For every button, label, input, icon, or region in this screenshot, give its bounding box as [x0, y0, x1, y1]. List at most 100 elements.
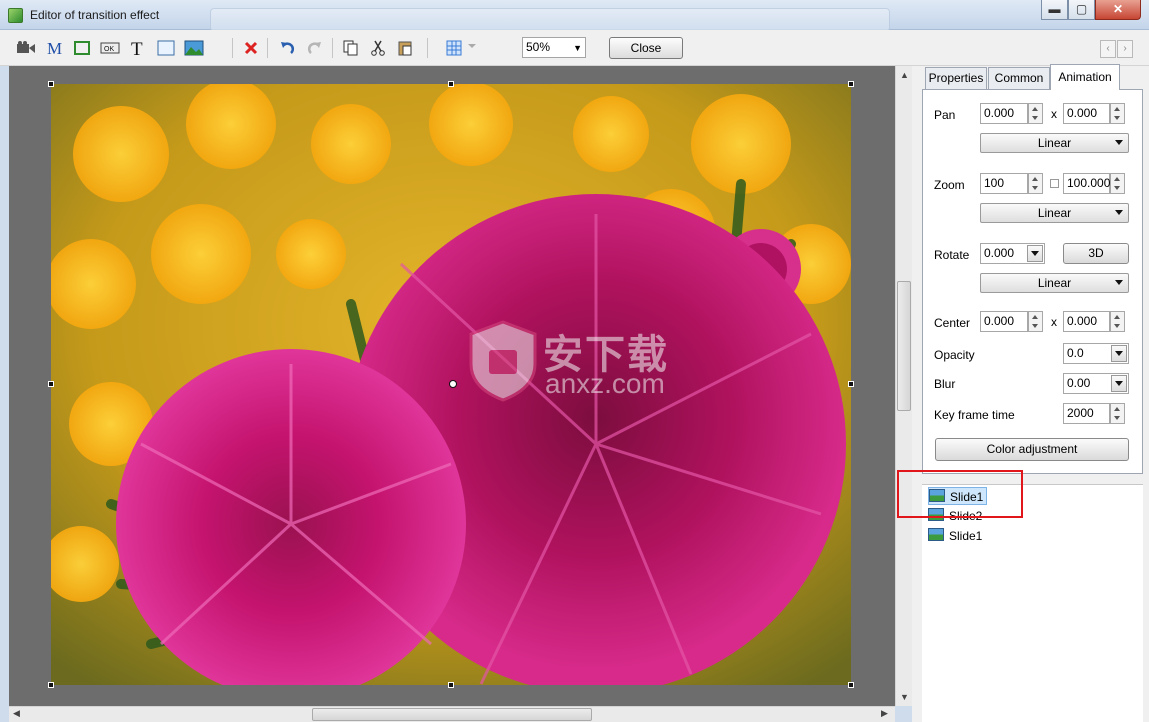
image-icon[interactable] — [183, 37, 205, 59]
resize-handle[interactable] — [448, 81, 454, 87]
scroll-right-icon[interactable]: ▶ — [881, 708, 888, 719]
watermark-url: anxz.com — [545, 368, 665, 399]
pan-x-spinner[interactable] — [1028, 103, 1043, 124]
minimize-button[interactable]: ▬ — [1041, 0, 1068, 20]
toolbar-separator — [267, 38, 268, 58]
center-label: Center — [934, 316, 971, 330]
cut-icon[interactable] — [367, 37, 389, 59]
vertical-scrollbar[interactable]: ▲ ▼ — [895, 66, 912, 706]
center-separator: x — [1051, 315, 1057, 329]
chevron-down-icon — [1111, 345, 1127, 362]
close-window-button[interactable]: ✕ — [1095, 0, 1141, 20]
pan-y-spinner[interactable] — [1110, 103, 1125, 124]
slide-icon — [928, 528, 944, 541]
watermark: 安下载 anxz.com — [463, 318, 693, 402]
chevron-down-icon — [1027, 245, 1043, 262]
pan-y-input[interactable]: 0.000 — [1063, 103, 1110, 124]
svg-text:M: M — [47, 40, 62, 56]
close-button[interactable]: Close — [609, 37, 683, 59]
text-t-icon[interactable]: T — [127, 37, 149, 59]
maximize-button[interactable]: ▢ — [1068, 0, 1095, 20]
tab-common[interactable]: Common — [988, 67, 1050, 89]
horizontal-scrollbar[interactable]: ◀ ▶ — [9, 706, 895, 722]
zoom-x-spinner[interactable] — [1028, 173, 1043, 194]
tree-item[interactable]: Slide1 — [928, 527, 982, 545]
tree-item-label: Slide1 — [949, 529, 983, 543]
resize-handle[interactable] — [48, 381, 54, 387]
resize-handle[interactable] — [848, 381, 854, 387]
zoom-x-input[interactable]: 100 — [980, 173, 1028, 194]
zoom-value: 50% — [526, 40, 551, 54]
pan-interpolation-select[interactable]: Linear — [980, 133, 1129, 153]
frame-icon[interactable] — [155, 37, 177, 59]
blur-select[interactable]: 0.00 — [1063, 373, 1129, 394]
center-y-spinner[interactable] — [1110, 311, 1125, 332]
pan-separator: x — [1051, 107, 1057, 121]
scroll-down-icon[interactable]: ▼ — [900, 692, 909, 702]
rotate-select[interactable]: 0.000 — [980, 243, 1045, 264]
toolbar-separator — [427, 38, 428, 58]
pan-interpolation-value: Linear — [1037, 136, 1072, 150]
zoom-link-checkbox[interactable] — [1050, 179, 1059, 188]
blur-value: 0.00 — [1067, 376, 1091, 390]
toolbar-separator — [232, 38, 233, 58]
copy-icon[interactable] — [340, 37, 362, 59]
rectangle-icon[interactable] — [71, 37, 93, 59]
rotate-value: 0.000 — [984, 246, 1015, 260]
center-y-input[interactable]: 0.000 — [1063, 311, 1110, 332]
highlight-annotation — [897, 470, 1023, 518]
keyframe-time-input[interactable]: 2000 — [1063, 403, 1110, 424]
camera-icon[interactable] — [15, 37, 37, 59]
pan-x-input[interactable]: 0.000 — [980, 103, 1028, 124]
svg-text:OK: OK — [104, 46, 114, 53]
delete-icon[interactable] — [240, 37, 262, 59]
resize-handle[interactable] — [848, 682, 854, 688]
vertical-scroll-thumb[interactable] — [897, 281, 911, 411]
redo-icon[interactable] — [304, 37, 326, 59]
pan-label: Pan — [934, 108, 956, 122]
keyframe-time-spinner[interactable] — [1110, 403, 1125, 424]
zoom-interpolation-select[interactable]: Linear — [980, 203, 1129, 223]
ok-button-icon[interactable]: OK — [99, 37, 121, 59]
grid-dropdown-arrow[interactable] — [468, 44, 476, 48]
chevron-down-icon — [1115, 140, 1123, 145]
paste-icon[interactable] — [394, 37, 416, 59]
resize-handle[interactable] — [48, 81, 54, 87]
tab-properties[interactable]: Properties — [925, 67, 987, 89]
background-window — [210, 8, 890, 32]
zoom-y-input[interactable]: 100.000 — [1063, 173, 1110, 194]
scroll-left-icon[interactable]: ◀ — [13, 708, 20, 719]
tab-animation[interactable]: Animation — [1050, 64, 1120, 90]
grid-icon[interactable] — [443, 37, 465, 59]
text-m-icon[interactable]: M — [43, 37, 65, 59]
color-adjustment-button[interactable]: Color adjustment — [935, 438, 1129, 461]
resize-handle[interactable] — [48, 682, 54, 688]
rotate-interpolation-value: Linear — [1037, 276, 1072, 290]
opacity-select[interactable]: 0.0 — [1063, 343, 1129, 364]
resize-handle[interactable] — [848, 81, 854, 87]
resize-handle[interactable] — [448, 682, 454, 688]
chevron-down-icon — [1111, 375, 1127, 392]
toolbar-separator — [332, 38, 333, 58]
blur-label: Blur — [934, 377, 956, 391]
undo-icon[interactable] — [276, 37, 298, 59]
scroll-up-icon[interactable]: ▲ — [900, 70, 909, 80]
zoom-select[interactable]: 50% ▼ — [522, 37, 586, 58]
center-x-spinner[interactable] — [1028, 311, 1043, 332]
nav-prev-button[interactable]: ‹ — [1100, 40, 1116, 58]
rotate-label: Rotate — [934, 248, 970, 262]
chevron-down-icon — [1115, 280, 1123, 285]
zoom-y-spinner[interactable] — [1110, 173, 1125, 194]
rotate-interpolation-select[interactable]: Linear — [980, 273, 1129, 293]
center-x-input[interactable]: 0.000 — [980, 311, 1028, 332]
svg-text:T: T — [131, 39, 143, 57]
keyframe-time-label: Key frame time — [934, 408, 1015, 422]
opacity-label: Opacity — [934, 348, 975, 362]
horizontal-scroll-thumb[interactable] — [312, 708, 592, 721]
chevron-down-icon — [1115, 210, 1123, 215]
rotation-center-handle[interactable] — [449, 380, 457, 388]
zoom-interpolation-value: Linear — [1037, 206, 1072, 220]
rotate-3d-button[interactable]: 3D — [1063, 243, 1129, 264]
nav-next-button[interactable]: › — [1117, 40, 1133, 58]
window-title: Editor of transition effect — [30, 8, 160, 22]
